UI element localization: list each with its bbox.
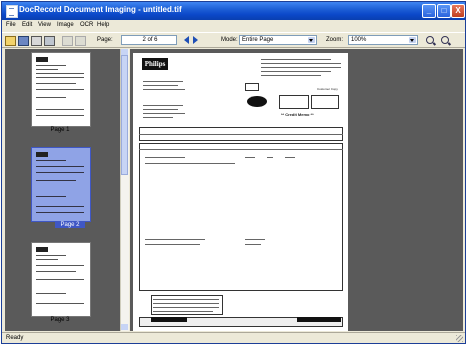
zoom-select-value: 100%: [351, 37, 367, 43]
credit-memo-heading: ** Credit Memo **: [281, 112, 314, 117]
thumbnail-panel: Page 1 Page 2 Page 3: [5, 49, 123, 331]
document-viewer: Philips Customer Copy ** Credit Memo **: [130, 49, 463, 331]
resize-grip-icon[interactable]: [456, 335, 463, 342]
logo-box: [245, 83, 259, 91]
minimize-button[interactable]: _: [422, 4, 436, 18]
thumbnail-page-1[interactable]: [31, 52, 91, 127]
application-window: DocRecord Document Imaging - untitled.ti…: [1, 1, 466, 344]
menu-bar: File Edit View Image OCR Help: [2, 20, 465, 32]
page-forward-arrow-icon[interactable]: [193, 36, 198, 44]
customer-copy-label: Customer Copy: [317, 87, 338, 91]
mode-select[interactable]: Entire Page: [239, 35, 317, 45]
page-field[interactable]: 2 of 6: [121, 35, 177, 45]
chevron-down-icon[interactable]: [409, 37, 416, 43]
page-back-arrow-icon[interactable]: [184, 36, 189, 44]
status-bar: Ready: [2, 332, 465, 343]
window-title: DocRecord Document Imaging - untitled.ti…: [19, 5, 182, 14]
mode-select-value: Entire Page: [242, 37, 274, 43]
menu-file[interactable]: File: [6, 22, 16, 28]
page-label: Page:: [97, 37, 113, 43]
close-button[interactable]: X: [451, 4, 465, 18]
title-bar: DocRecord Document Imaging - untitled.ti…: [2, 2, 465, 20]
scan-icon[interactable]: [44, 36, 55, 46]
stamp-mark: [247, 96, 267, 107]
document-page: Philips Customer Copy ** Credit Memo **: [133, 53, 348, 331]
menu-image[interactable]: Image: [57, 22, 74, 28]
status-text: Ready: [6, 335, 24, 341]
menu-edit[interactable]: Edit: [22, 22, 32, 28]
save-icon[interactable]: [18, 36, 29, 46]
thumbnail-label-page-3: Page 3: [50, 317, 70, 323]
zoom-in-icon[interactable]: [426, 36, 434, 44]
zoom-select[interactable]: 100%: [348, 35, 418, 45]
thumbnail-label-page-2: Page 2: [55, 222, 85, 228]
menu-view[interactable]: View: [38, 22, 51, 28]
company-logo: Philips: [142, 58, 168, 70]
chevron-down-icon[interactable]: [308, 37, 315, 43]
scroll-down-arrow-icon[interactable]: [121, 324, 128, 330]
menu-help[interactable]: Help: [97, 22, 109, 28]
line-items-table: [139, 143, 343, 291]
toolbar: Page: 2 of 6 Mode: Entire Page Zoom: 100…: [2, 32, 465, 48]
zoom-label: Zoom:: [326, 37, 344, 43]
scrollbar-thumb[interactable]: [121, 55, 128, 175]
next-page-icon[interactable]: [75, 36, 86, 46]
thumbnail-label-page-1: Page 1: [50, 127, 70, 133]
menu-ocr[interactable]: OCR: [80, 22, 93, 28]
thumbnail-page-2[interactable]: [31, 147, 91, 222]
print-icon[interactable]: [31, 36, 42, 46]
previous-page-icon[interactable]: [62, 36, 73, 46]
open-folder-icon[interactable]: [5, 36, 16, 46]
mode-label: Mode:: [221, 37, 238, 43]
thumbnail-scrollbar[interactable]: [120, 49, 129, 331]
maximize-button[interactable]: □: [437, 4, 451, 18]
app-document-icon: [6, 5, 18, 18]
thumbnail-page-3[interactable]: [31, 242, 91, 317]
zoom-out-icon[interactable]: [441, 36, 449, 44]
